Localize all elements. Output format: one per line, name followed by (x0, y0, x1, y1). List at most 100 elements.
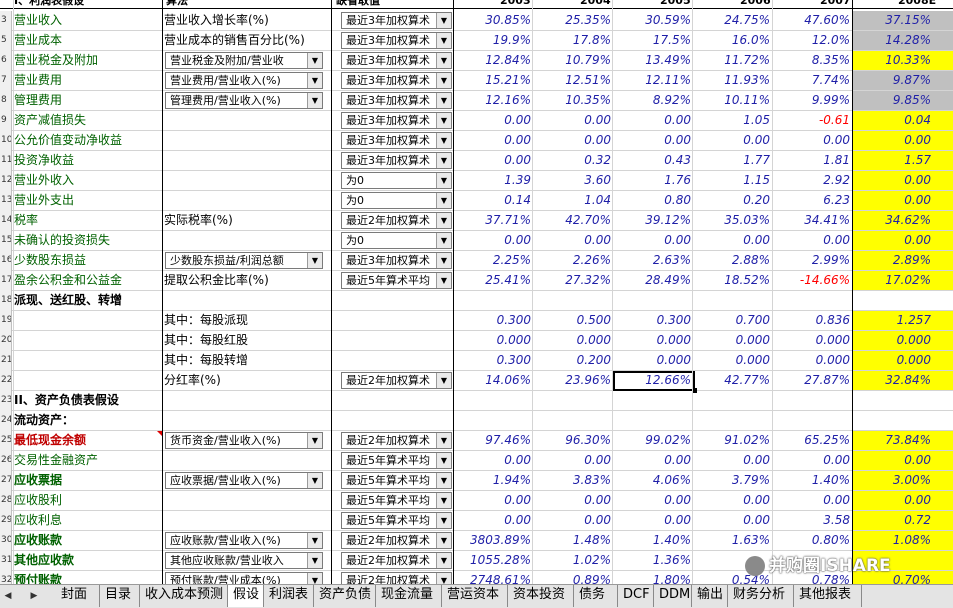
row-label[interactable]: 其他应收款 (14, 551, 162, 570)
projection-cell[interactable]: 17.02% (853, 271, 953, 290)
historical-value-cell[interactable] (534, 411, 611, 430)
projection-cell[interactable]: 0.00 (853, 171, 953, 190)
projection-cell[interactable]: 1.257 (853, 311, 953, 330)
chevron-down-icon[interactable]: ▼ (436, 193, 451, 208)
row-label[interactable]: 营业成本 (14, 31, 162, 50)
historical-value-cell[interactable]: 3.58 (774, 511, 850, 530)
row-label[interactable] (14, 351, 162, 370)
default-method-dropdown[interactable]: 最近2年加权算术 ▼ (341, 212, 452, 229)
projection-cell[interactable]: 32.84% (853, 371, 953, 390)
sheet-tab[interactable]: 资产负债 (314, 585, 376, 607)
row-number[interactable]: 12 (0, 171, 12, 191)
row-label[interactable]: 最低现金余额 (14, 431, 162, 450)
historical-value-cell[interactable]: 0.00 (534, 131, 611, 150)
chevron-down-icon[interactable]: ▼ (307, 573, 322, 584)
default-method-dropdown[interactable]: 最近3年加权算术 ▼ (341, 72, 452, 89)
tab-scroll-left-icon[interactable]: ◀ (2, 587, 14, 605)
row-number[interactable]: 17 (0, 271, 12, 291)
row-number[interactable]: 11 (0, 151, 12, 171)
chevron-down-icon[interactable]: ▼ (307, 553, 322, 568)
historical-value-cell[interactable]: 0.00 (694, 231, 770, 250)
projection-cell[interactable]: 0.04 (853, 111, 953, 130)
historical-value-cell[interactable]: 17.8% (534, 31, 611, 50)
historical-value-cell[interactable]: 1.40% (774, 471, 850, 490)
chevron-down-icon[interactable]: ▼ (436, 493, 451, 508)
sheet-tab[interactable]: 其他报表 (794, 585, 862, 607)
historical-value-cell[interactable]: 0.700 (694, 311, 770, 330)
row-label[interactable]: 营业收入 (14, 11, 162, 30)
chevron-down-icon[interactable]: ▼ (436, 213, 451, 228)
historical-value-cell[interactable]: 25.41% (454, 271, 531, 290)
historical-value-cell[interactable]: -14.66% (774, 271, 850, 290)
historical-value-cell[interactable] (534, 291, 611, 310)
row-label[interactable]: 未确认的投资损失 (14, 231, 162, 250)
historical-value-cell[interactable]: 96.30% (534, 431, 611, 450)
historical-value-cell[interactable]: 12.11% (614, 71, 691, 90)
default-method-dropdown[interactable]: 最近3年加权算术 ▼ (341, 12, 452, 29)
row-label[interactable]: 应收利息 (14, 511, 162, 530)
historical-value-cell[interactable]: -0.61 (774, 111, 850, 130)
historical-value-cell[interactable]: 1.76 (614, 171, 691, 190)
algorithm-label[interactable]: 其中：每股转增 (164, 351, 330, 370)
historical-value-cell[interactable]: 0.00 (774, 231, 850, 250)
historical-value-cell[interactable]: 0.00 (614, 231, 691, 250)
historical-value-cell[interactable]: 0.000 (454, 331, 531, 350)
row-number[interactable]: 13 (0, 191, 12, 211)
default-method-dropdown[interactable]: 为0 ▼ (341, 192, 452, 209)
row-number[interactable]: 24 (0, 411, 12, 431)
historical-value-cell[interactable]: 28.49% (614, 271, 691, 290)
sheet-tab[interactable]: 营运资本 (442, 585, 508, 607)
row-label[interactable] (14, 311, 162, 330)
default-method-dropdown[interactable]: 最近2年加权算术 ▼ (341, 372, 452, 389)
historical-value-cell[interactable]: 1.63% (694, 531, 770, 550)
row-number[interactable]: 25 (0, 431, 12, 451)
default-method-dropdown[interactable]: 为0 ▼ (341, 232, 452, 249)
historical-value-cell[interactable]: 42.70% (534, 211, 611, 230)
chevron-down-icon[interactable]: ▼ (436, 93, 451, 108)
row-number[interactable]: 18 (0, 291, 12, 311)
chevron-down-icon[interactable]: ▼ (307, 93, 322, 108)
historical-value-cell[interactable] (774, 291, 850, 310)
historical-value-cell[interactable]: 0.836 (774, 311, 850, 330)
historical-value-cell[interactable]: 9.99% (774, 91, 850, 110)
historical-value-cell[interactable] (534, 391, 611, 410)
historical-value-cell[interactable]: 37.71% (454, 211, 531, 230)
chevron-down-icon[interactable]: ▼ (436, 113, 451, 128)
historical-value-cell[interactable] (614, 391, 691, 410)
row-label[interactable]: 应收票据 (14, 471, 162, 490)
algorithm-label[interactable]: 分红率(%) (164, 371, 330, 390)
default-method-dropdown[interactable]: 最近3年加权算术 ▼ (341, 152, 452, 169)
historical-value-cell[interactable]: 1.77 (694, 151, 770, 170)
chevron-down-icon[interactable]: ▼ (436, 73, 451, 88)
historical-value-cell[interactable]: 0.00 (534, 491, 611, 510)
chevron-down-icon[interactable]: ▼ (436, 573, 451, 584)
projection-cell[interactable]: 1.08% (853, 531, 953, 550)
historical-value-cell[interactable]: 35.03% (694, 211, 770, 230)
historical-value-cell[interactable]: 1.04 (534, 191, 611, 210)
historical-value-cell[interactable]: 0.00 (534, 511, 611, 530)
tab-scroll-right-icon[interactable]: ▶ (28, 587, 40, 605)
historical-value-cell[interactable] (454, 291, 531, 310)
default-method-dropdown[interactable]: 最近3年加权算术 ▼ (341, 112, 452, 129)
historical-value-cell[interactable]: 3.79% (694, 471, 770, 490)
historical-value-cell[interactable]: 11.93% (694, 71, 770, 90)
historical-value-cell[interactable]: 0.43 (614, 151, 691, 170)
row-label[interactable]: 资产减值损失 (14, 111, 162, 130)
historical-value-cell[interactable]: 0.00 (454, 511, 531, 530)
historical-value-cell[interactable]: 2.92 (774, 171, 850, 190)
chevron-down-icon[interactable]: ▼ (436, 173, 451, 188)
chevron-down-icon[interactable]: ▼ (436, 53, 451, 68)
row-number[interactable]: 31 (0, 551, 12, 571)
row-number[interactable]: 19 (0, 311, 12, 331)
historical-value-cell[interactable]: 0.000 (774, 351, 850, 370)
historical-value-cell[interactable]: 0.00 (774, 491, 850, 510)
algorithm-label[interactable]: 其中：每股派现 (164, 311, 330, 330)
default-method-dropdown[interactable]: 最近3年加权算术 ▼ (341, 32, 452, 49)
historical-value-cell[interactable]: 13.49% (614, 51, 691, 70)
row-label[interactable]: 应收账款 (14, 531, 162, 550)
historical-value-cell[interactable]: 11.72% (694, 51, 770, 70)
historical-value-cell[interactable]: 0.000 (694, 331, 770, 350)
historical-value-cell[interactable]: 1.80% (614, 571, 691, 584)
algorithm-dropdown[interactable]: 少数股东损益/利润总额 ▼ (165, 252, 323, 269)
algorithm-dropdown[interactable]: 预付账款/营业成本(%) ▼ (165, 572, 323, 584)
